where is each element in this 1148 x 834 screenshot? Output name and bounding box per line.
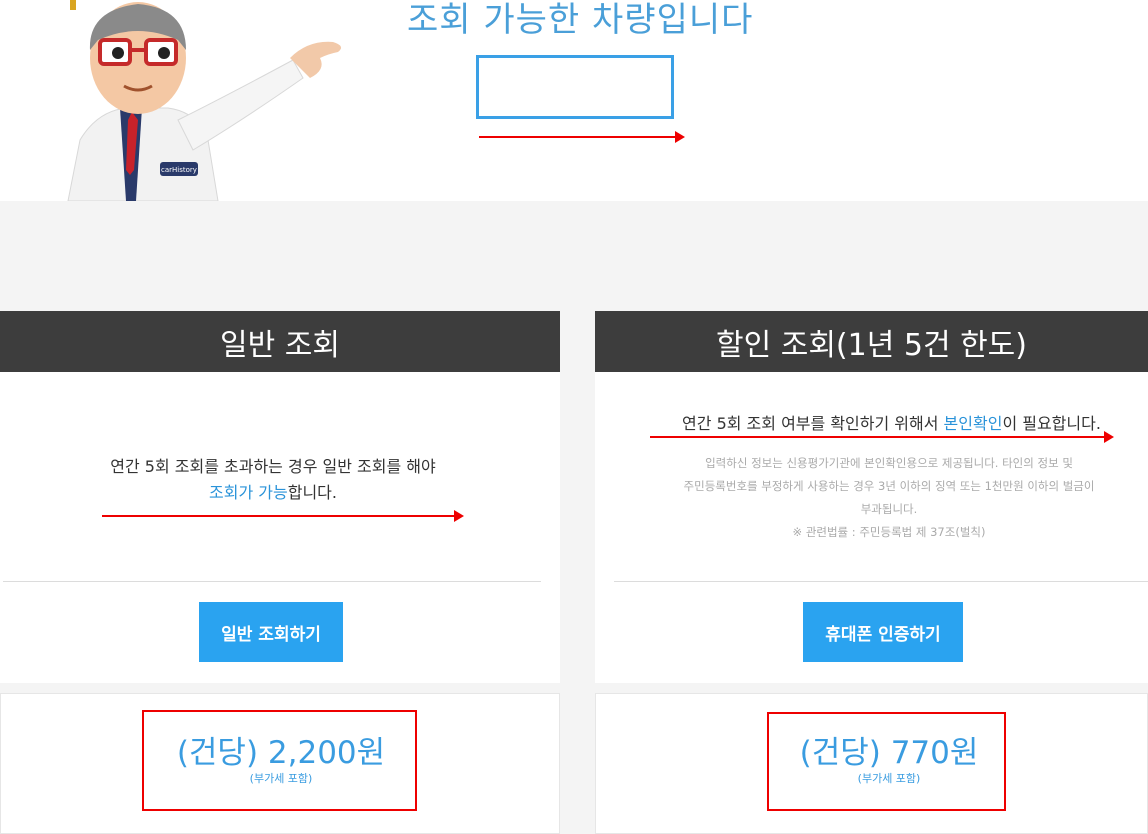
general-panel-title: 일반 조회 [0, 311, 560, 372]
discount-panel-title: 할인 조회(1년 5건 한도) [595, 311, 1148, 372]
hero-section: carHistory 조회 가능한 차량입니다 [0, 0, 1148, 201]
discount-panel-body: 연간 5회 조회 여부를 확인하기 위해서 본인확인이 필요합니다. 입력하신 … [595, 372, 1148, 683]
page-headline: 조회 가능한 차량입니다 [407, 0, 754, 40]
privacy-notice-line2: 주민등록번호를 부정하게 사용하는 경우 3년 이하의 징역 또는 1천만원 이… [683, 479, 1095, 493]
badge-text: carHistory [161, 166, 197, 174]
annotation-box [142, 710, 417, 811]
general-desc-link: 조회가 가능 [209, 483, 288, 502]
privacy-notice: 입력하신 정보는 신용평가기관에 본인확인용으로 제공됩니다. 타인의 정보 및… [639, 452, 1139, 544]
general-panel-body: 연간 5회 조회를 초과하는 경우 일반 조회를 해야 조회가 가능합니다. 일… [0, 372, 560, 683]
general-search-button[interactable]: 일반 조회하기 [199, 602, 343, 662]
phone-verify-button[interactable]: 휴대폰 인증하기 [803, 602, 963, 662]
discount-desc-pre: 연간 5회 조회 여부를 확인하기 위해서 [682, 414, 944, 433]
license-plate-box [476, 55, 674, 119]
general-description: 연간 5회 조회를 초과하는 경우 일반 조회를 해야 조회가 가능합니다. [0, 454, 546, 506]
discount-desc-post: 이 필요합니다. [1002, 414, 1101, 433]
annotation-arrow [102, 510, 464, 522]
divider [3, 581, 541, 582]
privacy-notice-line3: 부과됩니다. [860, 502, 918, 516]
general-desc-tail: 합니다. [287, 483, 337, 502]
annotation-box [767, 712, 1006, 811]
annotation-arrow [479, 131, 685, 143]
discount-description: 연간 5회 조회 여부를 확인하기 위해서 본인확인이 필요합니다. [595, 411, 1148, 437]
privacy-notice-law: ※ 관련법률 : 주민등록법 제 37조(벌칙) [792, 525, 986, 539]
doctor-mascot-illustration: carHistory [67, 0, 342, 201]
identity-verify-link: 본인확인 [943, 414, 1003, 433]
general-desc-line1: 연간 5회 조회를 초과하는 경우 일반 조회를 해야 [110, 457, 436, 476]
privacy-notice-line1: 입력하신 정보는 신용평가기관에 본인확인용으로 제공됩니다. 타인의 정보 및 [705, 456, 1073, 470]
divider [614, 581, 1148, 582]
annotation-arrow [650, 431, 1114, 443]
